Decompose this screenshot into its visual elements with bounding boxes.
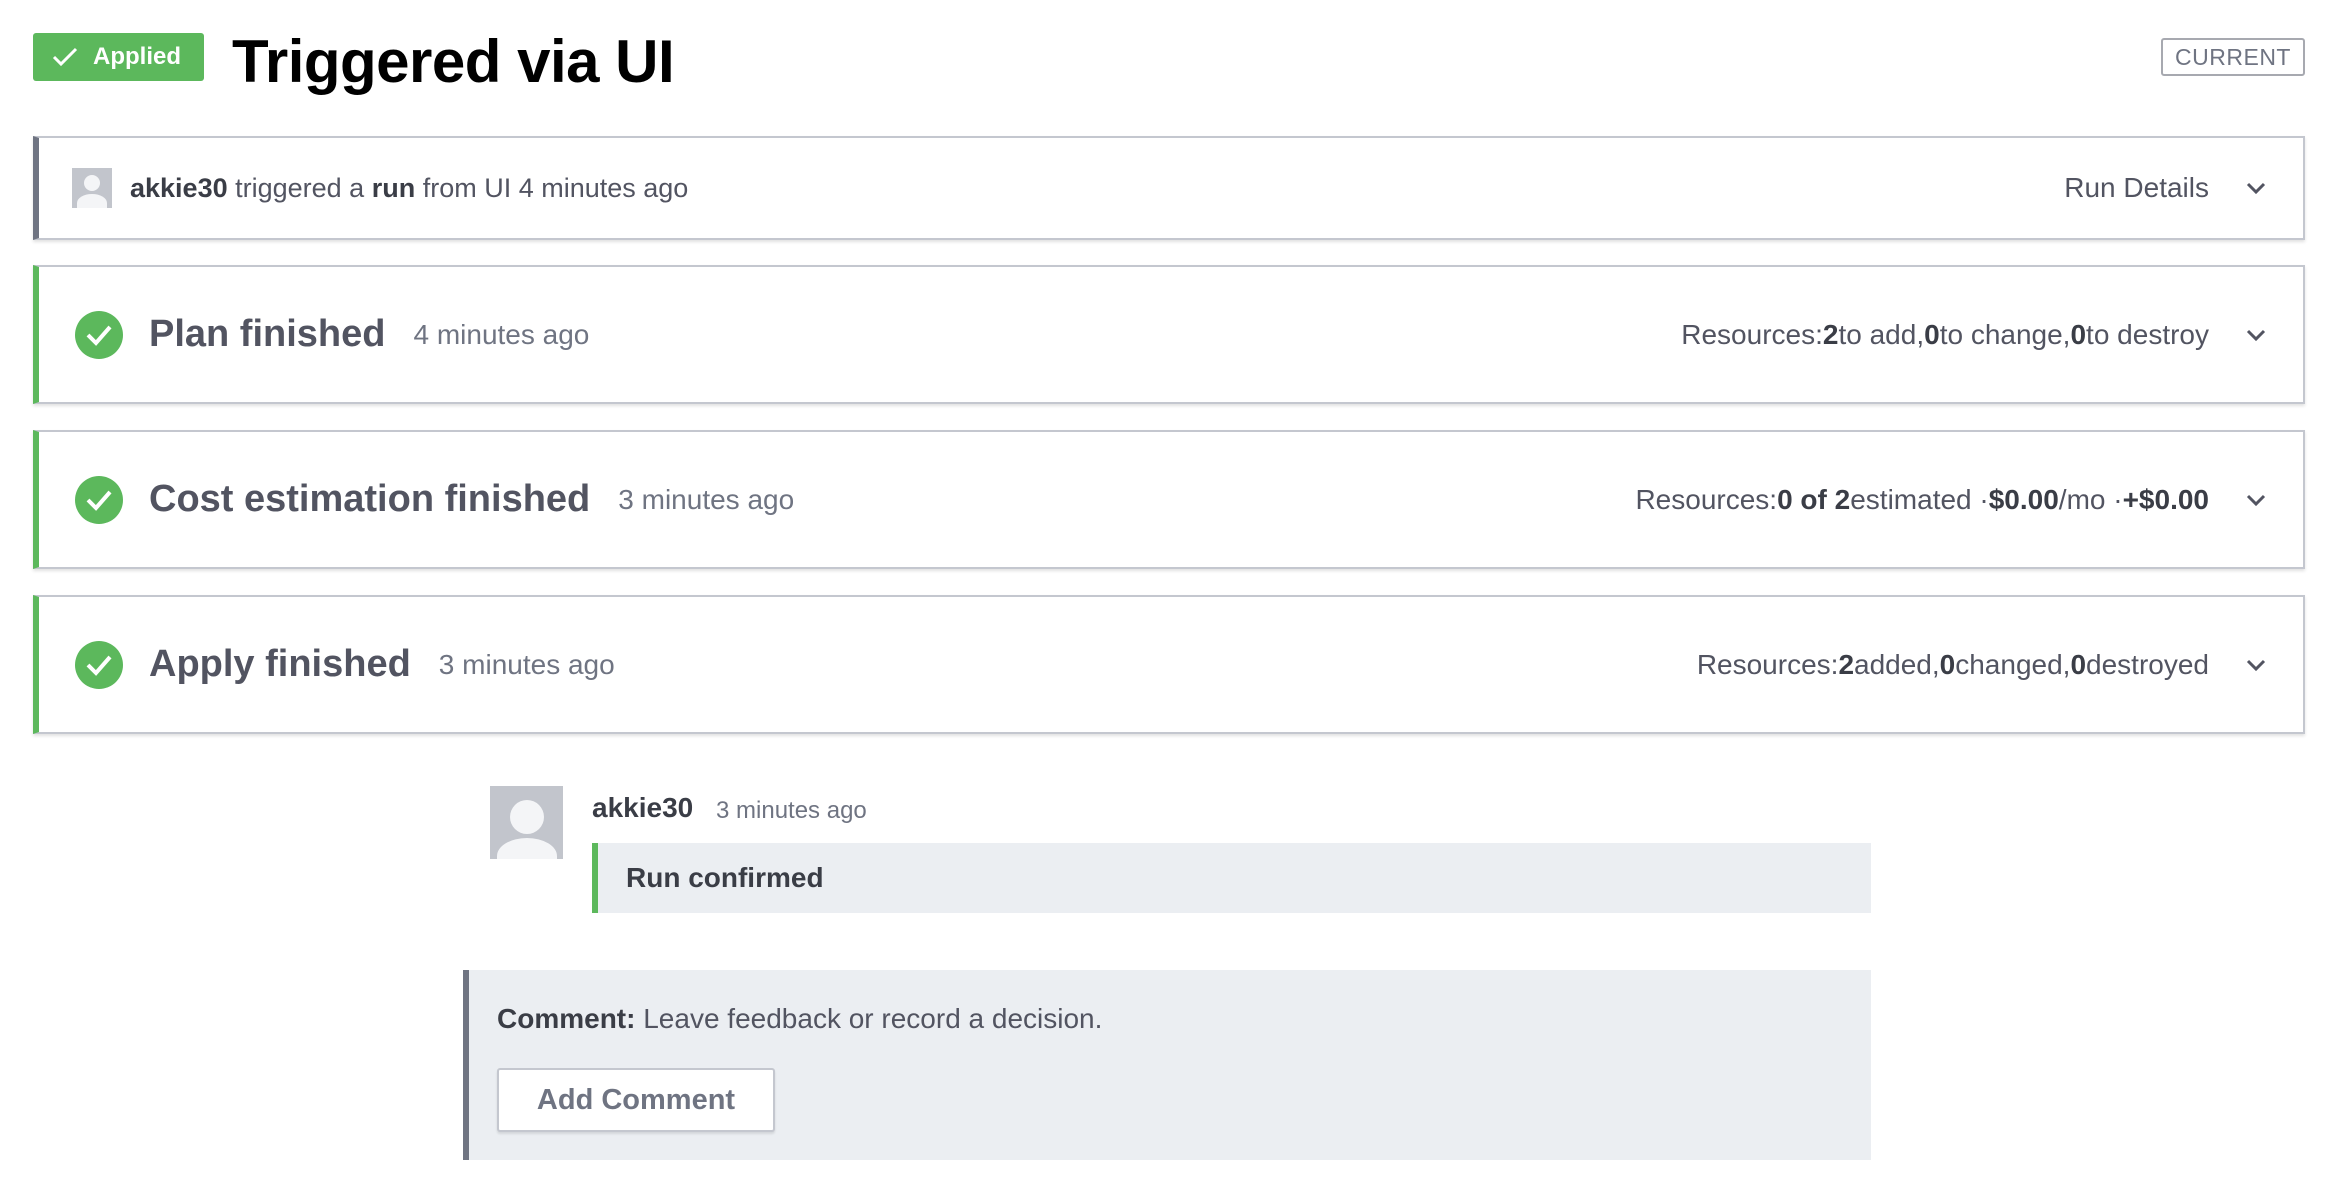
comment-panel: Comment: Leave feedback or record a deci… bbox=[463, 970, 1871, 1160]
run-details-toggle[interactable]: Run Details bbox=[2064, 172, 2303, 204]
add-count: 2 bbox=[1822, 318, 1839, 350]
run-page: Applied Triggered via UI CURRENT akkie30… bbox=[0, 0, 2338, 1200]
added-count: 2 bbox=[1838, 648, 1855, 680]
run-details-label[interactable]: Run Details bbox=[2064, 172, 2209, 204]
resources-label: Resources: bbox=[1681, 318, 1823, 350]
avatar bbox=[72, 168, 112, 208]
resources-text: estimated · bbox=[1850, 483, 1989, 515]
chevron-down-icon[interactable] bbox=[2245, 493, 2267, 507]
changed-count: 0 bbox=[1939, 648, 1956, 680]
resources-text: changed, bbox=[1955, 648, 2071, 680]
estimated-count: 0 of 2 bbox=[1777, 483, 1851, 515]
status-badge-label: Applied bbox=[93, 43, 181, 70]
resources-label: Resources: bbox=[1696, 648, 1839, 680]
resources-text: to change, bbox=[1939, 318, 2071, 350]
destroy-count: 0 bbox=[2070, 318, 2087, 350]
resources-label: Resources: bbox=[1635, 483, 1778, 515]
cost-delta: +$0.00 bbox=[2122, 483, 2209, 515]
cost-estimation-card[interactable]: Cost estimation finished 3 minutes ago R… bbox=[33, 430, 2305, 569]
change-count: 0 bbox=[1924, 318, 1940, 350]
run-header: Applied Triggered via UI CURRENT bbox=[33, 28, 2305, 95]
chevron-down-icon[interactable] bbox=[2245, 181, 2267, 195]
comment-prompt-text: Leave feedback or record a decision. bbox=[635, 1003, 1103, 1034]
avatar bbox=[490, 786, 563, 859]
check-circle-icon bbox=[75, 640, 123, 689]
resources-text: /mo · bbox=[2058, 483, 2123, 515]
run-link[interactable]: run bbox=[372, 173, 416, 203]
plan-title: Plan finished bbox=[149, 313, 386, 355]
resources-text: to destroy bbox=[2086, 318, 2209, 350]
plan-resources: Resources: 2 to add, 0 to change, 0 to d… bbox=[1681, 319, 2303, 351]
run-text-part: from UI 4 minutes ago bbox=[415, 172, 689, 203]
run-trigger-text: akkie30 triggered a run from UI 4 minute… bbox=[130, 173, 688, 204]
comment-author[interactable]: akkie30 bbox=[592, 792, 693, 824]
apply-title: Apply finished bbox=[149, 643, 411, 685]
check-circle-icon bbox=[75, 475, 123, 524]
check-circle-icon bbox=[75, 310, 123, 359]
apply-time: 3 minutes ago bbox=[438, 648, 615, 680]
run-confirmed-message: Run confirmed bbox=[592, 843, 1871, 913]
comment-label: Comment: bbox=[497, 1003, 636, 1034]
monthly-cost: $0.00 bbox=[1988, 483, 2059, 515]
run-text-part: triggered a bbox=[227, 172, 372, 203]
check-icon bbox=[52, 47, 78, 67]
cost-time: 3 minutes ago bbox=[618, 483, 795, 515]
cost-resources: Resources: 0 of 2 estimated · $0.00/mo ·… bbox=[1635, 484, 2303, 516]
cost-title: Cost estimation finished bbox=[149, 478, 591, 520]
plan-card[interactable]: Plan finished 4 minutes ago Resources: 2… bbox=[33, 265, 2305, 404]
comment-time: 3 minutes ago bbox=[716, 797, 867, 824]
current-tag: CURRENT bbox=[2161, 38, 2305, 76]
run-trigger-card[interactable]: akkie30 triggered a run from UI 4 minute… bbox=[33, 136, 2305, 240]
resources-text: to add, bbox=[1838, 318, 1925, 350]
chevron-down-icon[interactable] bbox=[2245, 328, 2267, 342]
page-title: Triggered via UI bbox=[232, 28, 675, 95]
run-user[interactable]: akkie30 bbox=[130, 173, 228, 203]
destroyed-count: 0 bbox=[2070, 648, 2087, 680]
resources-text: added, bbox=[1854, 648, 1940, 680]
chevron-down-icon[interactable] bbox=[2245, 658, 2267, 672]
plan-time: 4 minutes ago bbox=[413, 318, 590, 350]
resources-text: destroyed bbox=[2086, 648, 2209, 680]
comment-prompt: Comment: Leave feedback or record a deci… bbox=[497, 1003, 1102, 1035]
status-badge: Applied bbox=[33, 33, 204, 81]
apply-card[interactable]: Apply finished 3 minutes ago Resources: … bbox=[33, 595, 2305, 734]
apply-resources: Resources: 2 added, 0 changed, 0 destroy… bbox=[1697, 649, 2303, 681]
add-comment-button[interactable]: Add Comment bbox=[497, 1068, 775, 1132]
